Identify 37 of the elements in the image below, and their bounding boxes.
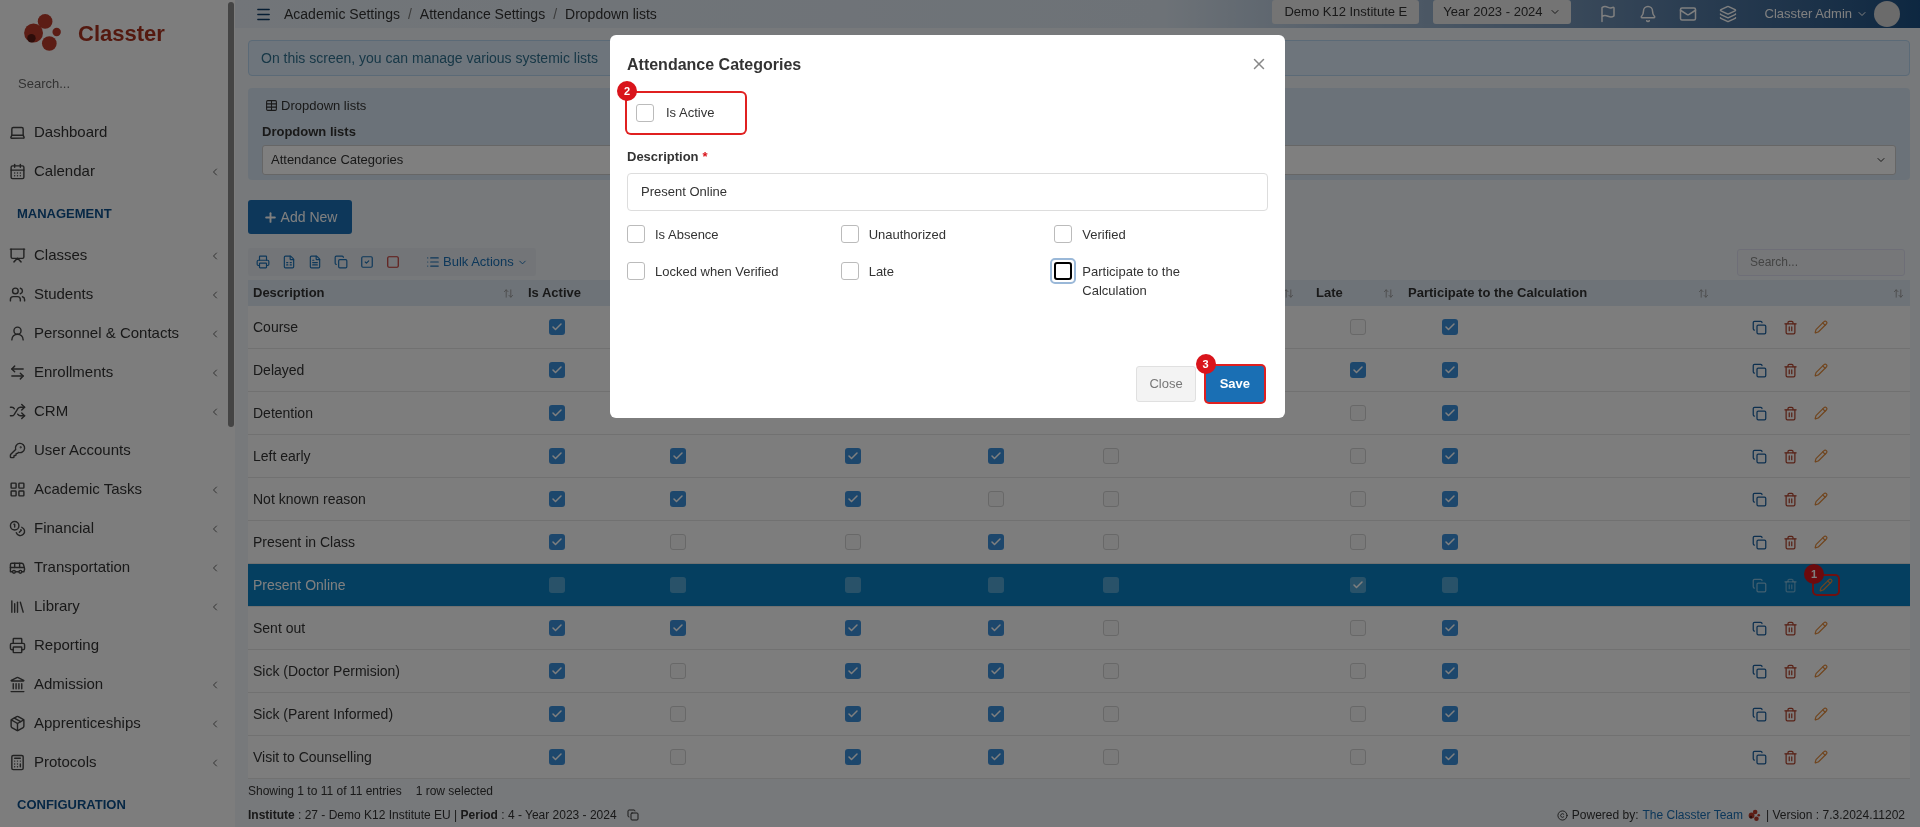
table-cell: Sent out	[253, 620, 306, 636]
modal-title: Attendance Categories	[627, 55, 803, 75]
checkbox-label: Is Absence	[655, 225, 720, 244]
table-cell: Left early	[253, 448, 311, 464]
table-info: 1 row selected	[415, 783, 494, 800]
step-badge: 2	[617, 81, 637, 101]
breadcrumb-separator: /	[553, 4, 558, 24]
version-text: | Version : 7.3.2024.11202	[1766, 807, 1905, 824]
checkbox-label: Locked when Verified	[655, 262, 780, 281]
table-cell: Delayed	[253, 362, 305, 378]
table-info: Showing 1 to 11 of 11 entries	[248, 783, 402, 800]
field-label: Dropdown lists	[262, 122, 357, 141]
panel-title: Dropdown lists	[281, 97, 367, 115]
powered-label: Powered by:	[1571, 807, 1639, 824]
checkbox-label: Is Active	[666, 104, 715, 123]
section-heading: CONFIGURATION	[17, 795, 126, 814]
table-cell: Not known reason	[253, 491, 366, 507]
table-cell: Present Online	[253, 577, 346, 593]
info-text: On this screen, you can manage various systemic lists	[261, 48, 598, 68]
context-text: Institute : 27 - Demo K12 Institute EU | Period : 4 - Year 2023 - 2024	[248, 807, 617, 824]
checkbox-label: Late	[868, 262, 895, 281]
logo-text: Classter	[78, 19, 165, 48]
step-badge: 1	[1804, 564, 1824, 584]
field-label: Description	[627, 148, 699, 166]
section-heading: MANAGEMENT	[17, 204, 112, 223]
required-mark: *	[702, 148, 708, 166]
checkbox-label: Participate to the Calculation	[1082, 262, 1181, 300]
checkbox-label: Unauthorized	[868, 225, 947, 244]
table-cell: Present in Class	[253, 534, 355, 550]
table-cell: Detention	[253, 405, 313, 421]
table-cell: Visit to Counselling	[253, 749, 372, 765]
table-cell: Course	[253, 319, 299, 335]
table-cell: Sick (Parent Informed)	[253, 706, 394, 722]
checkbox-label: Verified	[1082, 225, 1127, 244]
breadcrumb-separator: /	[407, 4, 412, 24]
step-badge: 3	[1195, 354, 1216, 374]
table-cell: Sick (Doctor Permision)	[253, 663, 401, 679]
